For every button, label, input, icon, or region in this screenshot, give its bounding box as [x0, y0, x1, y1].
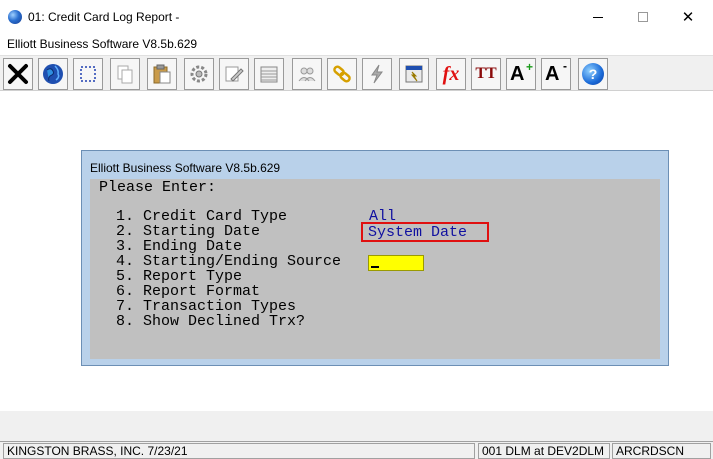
- statusbar: KINGSTON BRASS, INC. 7/23/21 001 DLM at …: [0, 441, 713, 459]
- list-button[interactable]: [254, 58, 284, 90]
- users-icon: [298, 67, 316, 82]
- plus-sign: +: [525, 60, 533, 74]
- lightning-button[interactable]: [362, 58, 392, 90]
- paste-button[interactable]: [147, 58, 177, 90]
- function-icon: fx: [442, 62, 460, 85]
- option-starting-ending-source[interactable]: 4. Starting/Ending Source: [116, 254, 341, 269]
- exit-x-icon: [8, 64, 28, 84]
- select-box-icon: [80, 66, 96, 82]
- list-icon: [260, 66, 278, 83]
- calculator-button[interactable]: [399, 58, 429, 90]
- prompt-label: Please Enter:: [99, 179, 217, 196]
- minimize-icon: [593, 16, 603, 18]
- help-icon: ?: [582, 63, 604, 85]
- window-titlebar: 01: Credit Card Log Report - ✕: [0, 0, 713, 34]
- minimize-button[interactable]: [575, 0, 621, 34]
- workspace-bottom: [0, 411, 713, 441]
- option-ending-date[interactable]: 3. Ending Date: [116, 239, 242, 254]
- settings-button[interactable]: [184, 58, 214, 90]
- window-title: 01: Credit Card Log Report -: [28, 10, 180, 24]
- option-starting-date[interactable]: 2. Starting Date: [116, 224, 260, 239]
- option-transaction-types[interactable]: 7. Transaction Types: [116, 299, 296, 314]
- font-size-button[interactable]: TT: [471, 58, 501, 90]
- edit-button[interactable]: [219, 58, 249, 90]
- app-globe-icon: [8, 10, 22, 24]
- font-increase-icon: A +: [509, 60, 533, 86]
- link-button[interactable]: [327, 58, 357, 90]
- globe-icon: [43, 64, 63, 84]
- font-increase-button[interactable]: A +: [506, 58, 536, 90]
- font-decrease-icon: A -: [544, 59, 568, 86]
- help-glyph: ?: [588, 66, 598, 82]
- gear-icon: [190, 65, 208, 83]
- font-decrease-letter: A: [545, 63, 560, 85]
- link-icon: [333, 65, 351, 83]
- status-program: ARCRDSCN: [612, 443, 711, 459]
- option-report-type[interactable]: 5. Report Type: [116, 269, 242, 284]
- edit-icon: [225, 66, 244, 82]
- globe-button[interactable]: [38, 58, 68, 90]
- status-company: KINGSTON BRASS, INC. 7/23/21: [3, 443, 475, 459]
- dialog-body: Please Enter: 1. Credit Card Type 2. Sta…: [90, 179, 660, 359]
- paste-icon: [153, 64, 171, 84]
- parameters-dialog: Elliott Business Software V8.5b.629 Plea…: [81, 150, 669, 366]
- exit-button[interactable]: [3, 58, 33, 90]
- close-button[interactable]: ✕: [665, 0, 711, 34]
- lightning-icon: [371, 64, 383, 84]
- maximize-button[interactable]: [620, 0, 666, 34]
- starting-date-value: System Date: [368, 224, 468, 241]
- window-subtitle: Elliott Business Software V8.5b.629: [7, 37, 198, 51]
- option-show-declined-trx[interactable]: 8. Show Declined Trx?: [116, 314, 305, 329]
- status-user: 001 DLM at DEV2DLM: [478, 443, 610, 459]
- select-button[interactable]: [73, 58, 103, 90]
- source-input[interactable]: [368, 255, 424, 271]
- help-button[interactable]: ?: [578, 58, 608, 90]
- option-report-format[interactable]: 6. Report Format: [116, 284, 260, 299]
- function-button[interactable]: fx: [436, 58, 466, 90]
- font-increase-letter: A: [510, 63, 525, 85]
- minus-sign: -: [563, 59, 567, 73]
- maximize-icon: [638, 12, 648, 22]
- users-button[interactable]: [292, 58, 322, 90]
- copy-button[interactable]: [110, 58, 140, 90]
- copy-icon: [117, 65, 133, 84]
- starting-date-highlight: System Date: [361, 222, 489, 242]
- font-size-icon: TT: [475, 65, 497, 82]
- option-credit-card-type[interactable]: 1. Credit Card Type: [116, 209, 287, 224]
- font-decrease-button[interactable]: A -: [541, 58, 571, 90]
- dialog-title: Elliott Business Software V8.5b.629: [90, 161, 281, 175]
- toolbar: fx TT A + A - ?: [0, 55, 713, 91]
- calculator-icon: [405, 65, 423, 83]
- text-cursor: [371, 266, 379, 268]
